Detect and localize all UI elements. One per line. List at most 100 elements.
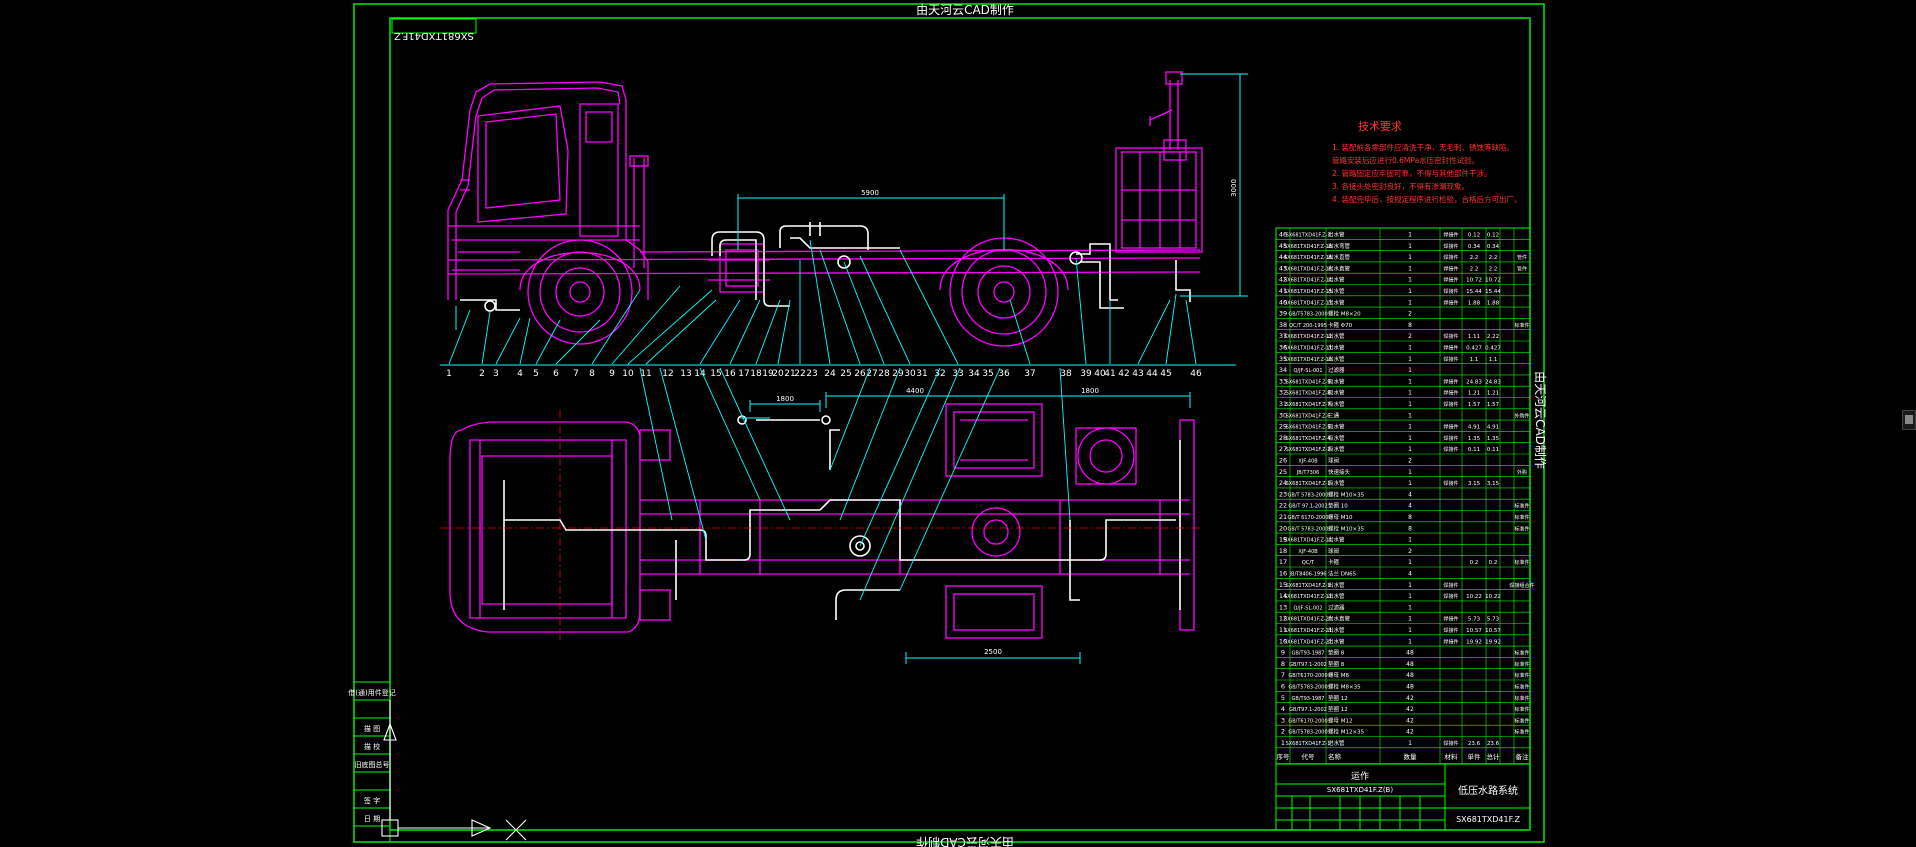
bom-cell-mat: 焊接件 xyxy=(1443,424,1458,431)
bom-cell-w1: 19.92 xyxy=(1466,639,1482,645)
bom-header-cell: 数量 xyxy=(1404,752,1418,761)
bom-cell-name: 卡箍 Φ70 xyxy=(1328,321,1353,329)
bom-cell-w1: 10.57 xyxy=(1466,628,1482,634)
note-line: 1. 装配前各零部件应清洗干净，无毛刺、锈蚀等缺陷。 xyxy=(1332,142,1514,152)
bom-cell-name: 垫圈 12 xyxy=(1328,694,1348,702)
bom-cell-mat: 焊接件 xyxy=(1443,593,1458,600)
bom-cell-name: 出水直管 xyxy=(1328,615,1351,623)
bom-cell-name: 出水管 xyxy=(1328,581,1345,589)
bom-cell-no: 16 xyxy=(1279,570,1287,578)
bom-cell-mat: 焊接件 xyxy=(1443,356,1458,363)
bom-cell-w1: 1.21 xyxy=(1468,391,1480,397)
bom-cell-w2: 2.22 xyxy=(1487,334,1499,340)
bom-cell-name: 快速接头 xyxy=(1328,468,1351,476)
bom-cell-remark: 标准件 xyxy=(1514,525,1529,532)
bom-cell-mat: 焊接件 xyxy=(1443,243,1458,250)
bom-cell-no: 22 xyxy=(1279,502,1287,510)
bom-cell-qty: 1 xyxy=(1408,390,1412,397)
bottom-caption: 由天河云CAD制作 xyxy=(916,835,1014,847)
callout-number: 45 xyxy=(1160,369,1171,379)
vertical-scrollbar[interactable] xyxy=(1902,410,1916,430)
bom-cell-code: SX681TXD41F.Z-5 xyxy=(1286,425,1331,431)
bom-cell-no: 26 xyxy=(1279,457,1287,465)
bom-cell-w2: 0.11 xyxy=(1487,447,1499,453)
bom-cell-mat: 焊接件 xyxy=(1443,390,1458,397)
callout-number: 7 xyxy=(573,369,579,379)
bom-header-cell: 序号 xyxy=(1277,752,1291,761)
bom-cell-qty: 4 xyxy=(1408,491,1412,498)
pipes-side-view xyxy=(460,222,1191,312)
bom-cell-code: SX681TXD41F.Z-1 xyxy=(1286,481,1331,487)
bom-cell-qty: 2 xyxy=(1408,548,1412,555)
bom-cell-qty: 1 xyxy=(1408,424,1412,431)
bom-cell-code: SX681TXD41F.Z-16 xyxy=(1284,255,1332,261)
bom-cell-code: GB/T 6170-2000 xyxy=(1288,515,1329,521)
bom-cell-w2: 4.91 xyxy=(1487,425,1499,431)
bom-header-cell: 备注 xyxy=(1516,752,1530,761)
bom-cell-w2: 0.12 xyxy=(1487,233,1499,239)
callout-number: 16 xyxy=(724,369,736,379)
callout-numbers: 1 2 3 4 5 6 7 8 9 10 11 12 13 14 15 16 17 18 1920 2122 23 24 2… xyxy=(446,369,1202,379)
callout-number: 44 xyxy=(1146,369,1158,379)
bom-cell-mat: 焊接件 xyxy=(1443,378,1458,385)
bom-cell-qty: 1 xyxy=(1408,593,1412,600)
bom-cell-code: SX681TXD41F.Z-13 xyxy=(1284,300,1332,306)
bom-cell-no: 5 xyxy=(1281,694,1285,702)
bom-cell-w2: 15.44 xyxy=(1485,289,1501,295)
bom-cell-no: 38 xyxy=(1279,321,1287,329)
bom-cell-code: QC/T 200-1995 xyxy=(1289,323,1327,329)
callout-number: 39 xyxy=(1080,369,1092,379)
bom-cell-qty: 1 xyxy=(1408,559,1412,566)
bom-cell-qty: 8 xyxy=(1408,525,1412,532)
bom-cell-qty: 8 xyxy=(1408,322,1412,329)
bom-cell-name: 出水管 xyxy=(1328,536,1345,544)
callout-number: 31 xyxy=(916,369,927,379)
callout-number: 24 xyxy=(824,369,836,379)
callout-number: 13 xyxy=(680,369,691,379)
drawing-code-tag: SX681TXD41F.Z xyxy=(394,30,474,41)
bom-cell-code: SX681TXD41F.Z-18 xyxy=(1284,244,1332,250)
pipes-plan-view xyxy=(503,415,1181,620)
left-row-label: 借(通)用件登记 xyxy=(348,688,395,697)
bom-cell-no: 1 xyxy=(1281,739,1285,747)
bom-cell-code: SX681TXD41F.Z-1 xyxy=(1286,741,1331,747)
right-caption: 由天河云CAD制作 xyxy=(1533,371,1547,469)
leader-lines-plan xyxy=(639,367,1071,601)
bom-cell-no: 17 xyxy=(1279,558,1287,566)
bom-cell-mat: 焊接件 xyxy=(1443,299,1458,306)
bom-cell-code: SX681TXD41F.Z-15 xyxy=(1284,289,1332,295)
bom-cell-name: 出水管 xyxy=(1328,276,1345,284)
bom-cell-mat: 焊接件 xyxy=(1443,638,1458,645)
bom-cell-qty: 1 xyxy=(1408,277,1412,284)
bom-cell-code: JB/T7306 xyxy=(1296,470,1319,476)
callout-number: 41 xyxy=(1104,369,1115,379)
bom-cell-remark: 管件 xyxy=(1517,254,1527,261)
callout-number: 22 xyxy=(794,369,805,379)
bom-cell-qty: 4 xyxy=(1408,503,1412,510)
truck-plan-view xyxy=(449,403,1195,639)
callout-number: 37 xyxy=(1024,369,1035,379)
bom-cell-w2: 19.92 xyxy=(1485,639,1501,645)
bom-cell-w2: 2.2 xyxy=(1489,255,1498,261)
bom-cell-qty: 1 xyxy=(1408,582,1412,589)
bom-cell-no: 39 xyxy=(1279,310,1287,318)
bom-cell-w2: 5.73 xyxy=(1487,617,1500,623)
bom-cell-name: 过滤器 xyxy=(1328,603,1345,611)
bom-cell-qty: 1 xyxy=(1408,345,1412,352)
bom-cell-code: SX681TXD41F.Z-3 xyxy=(1286,583,1331,589)
bom-cell-remark: 外购件 xyxy=(1514,412,1529,419)
callout-number: 26 xyxy=(854,369,866,379)
callout-number: 43 xyxy=(1132,369,1143,379)
scrollbar-thumb[interactable] xyxy=(1905,415,1913,424)
bom-cell-qty: 1 xyxy=(1408,537,1412,544)
bom-cell-qty: 42 xyxy=(1406,717,1414,724)
bom-cell-mat: 焊接件 xyxy=(1443,232,1458,239)
bom-cell-code: GB/T97.1-2002 xyxy=(1289,707,1327,713)
bom-cell-code: SX681TXD41F.Z-4 xyxy=(1286,436,1331,442)
bom-cell-w1: 0.2 xyxy=(1470,560,1479,566)
cad-viewport[interactable]: 由天河云CAD制作 由天河云CAD制作 由天河云CAD制作 SX681TXD41… xyxy=(0,0,1916,847)
bom-cell-name: 出水管 xyxy=(1328,626,1345,634)
bom-cell-qty: 8 xyxy=(1408,514,1412,521)
bom-cell-qty: 42 xyxy=(1406,729,1414,736)
bom-cell-name: 螺栓 M10×35 xyxy=(1328,490,1365,498)
